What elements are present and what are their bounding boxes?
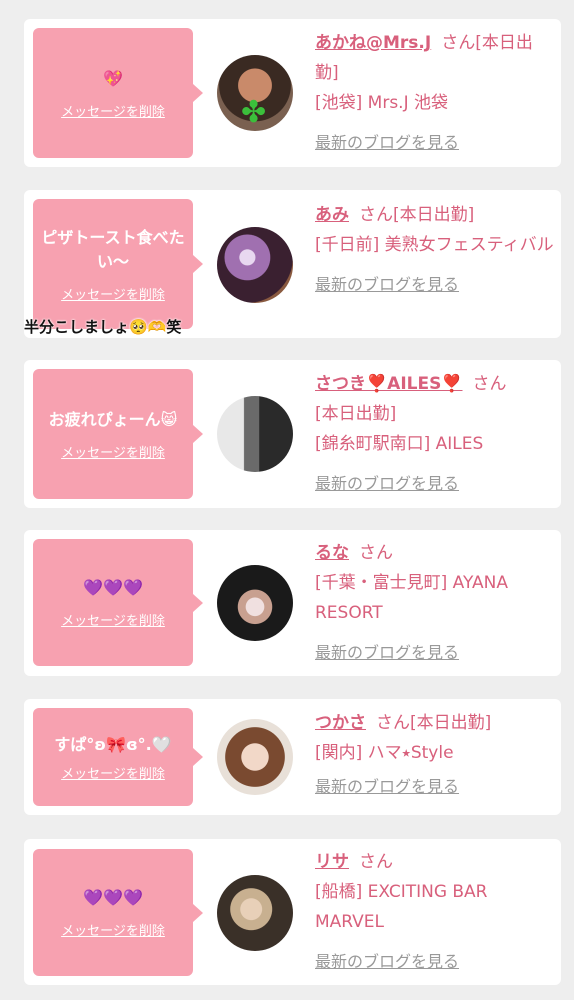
message-text: お疲れぴょーん😸 — [48, 409, 178, 429]
message-text: 💖 — [103, 68, 123, 88]
honorific: さん — [359, 543, 393, 563]
delete-message-link[interactable]: メッセージを削除 — [61, 920, 165, 939]
profile-name-link[interactable]: つかさ — [315, 713, 366, 733]
view-blog-link[interactable]: 最新のブログを見る — [315, 128, 459, 158]
message-bubble: 💜💜💜 メッセージを削除 — [33, 539, 203, 666]
message-card: 💜💜💜 メッセージを削除 リサ さん [船橋] EXCITING BAR MARV… — [24, 839, 561, 985]
avatar[interactable] — [217, 396, 293, 472]
avatar[interactable] — [217, 719, 293, 795]
message-text: すぱ°ʚ🎀ɞ°.🤍 — [54, 734, 172, 754]
profile-info: つかさ さん[本日出勤] [関内] ハマ⭑Style 最新のブログを見る — [315, 708, 555, 802]
honorific: さん — [359, 205, 393, 225]
profile-info: さつき❣️AILES❣️ さん [本日出勤] [錦糸町駅南口] AILES 最新の… — [315, 369, 555, 499]
profile-info: リサ さん [船橋] EXCITING BAR MARVEL 最新のブログを見る — [315, 847, 555, 977]
shop-location: [関内] ハマ⭑Style — [315, 743, 454, 763]
message-card: 💖 メッセージを削除 ✤ あかね@Mrs.J さん[本日出勤] [池袋] Mrs.… — [24, 19, 561, 167]
delete-message-link[interactable]: メッセージを削除 — [61, 442, 165, 461]
message-text: ピザトースト食べたい〜 — [41, 227, 185, 271]
view-blog-link[interactable]: 最新のブログを見る — [315, 772, 459, 802]
shop-location: [池袋] Mrs.J 池袋 — [315, 93, 449, 113]
profile-name-link[interactable]: リサ — [315, 852, 349, 872]
honorific: さん — [376, 713, 410, 733]
delete-message-link[interactable]: メッセージを削除 — [61, 284, 165, 303]
honorific: さん — [472, 374, 507, 394]
delete-message-link[interactable]: メッセージを削除 — [61, 763, 165, 782]
shop-location: [船橋] EXCITING BAR MARVEL — [315, 882, 488, 932]
message-text: 💜💜💜 — [83, 578, 143, 597]
shop-location: [千日前] 美熟女フェスティバル — [315, 235, 554, 255]
shop-location: [千葉・富士見町] AYANA RESORT — [315, 573, 509, 623]
avatar[interactable]: ✤ — [217, 55, 293, 131]
view-blog-link[interactable]: 最新のブログを見る — [315, 469, 459, 499]
view-blog-link[interactable]: 最新のブログを見る — [315, 270, 459, 300]
profile-info: るな さん [千葉・富士見町] AYANA RESORT 最新のブログを見る — [315, 538, 555, 668]
message-bubble: ピザトースト食べたい〜 メッセージを削除 — [33, 199, 203, 329]
honorific: さん — [441, 33, 476, 53]
profile-name-link[interactable]: るな — [315, 543, 349, 563]
sticker-text: 半分こしましょ🥺🫶笑 — [24, 318, 182, 336]
avatar[interactable] — [217, 565, 293, 641]
profile-name-link[interactable]: あかね@Mrs.J — [315, 33, 431, 53]
profile-name-link[interactable]: さつき❣️AILES❣️ — [315, 374, 463, 394]
avatar[interactable] — [217, 875, 293, 951]
delete-message-link[interactable]: メッセージを削除 — [61, 610, 165, 629]
profile-info: あかね@Mrs.J さん[本日出勤] [池袋] Mrs.J 池袋 最新のブログを見… — [315, 28, 555, 158]
message-bubble: 💜💜💜 メッセージを削除 — [33, 849, 203, 976]
work-status: [本日出勤] — [393, 205, 475, 225]
work-status: [本日出勤] — [410, 713, 492, 733]
message-card: 💜💜💜 メッセージを削除 るな さん [千葉・富士見町] AYANA RESORT… — [24, 530, 561, 676]
profile-info: あみ さん[本日出勤] [千日前] 美熟女フェスティバル 最新のブログを見る — [315, 200, 555, 300]
honorific: さん — [359, 852, 393, 872]
message-bubble: すぱ°ʚ🎀ɞ°.🤍 メッセージを削除 — [33, 708, 203, 806]
message-card: すぱ°ʚ🎀ɞ°.🤍 メッセージを削除 つかさ さん[本日出勤] [関内] ハマ⭑S… — [24, 699, 561, 815]
clover-icon: ✤ — [241, 95, 267, 130]
view-blog-link[interactable]: 最新のブログを見る — [315, 947, 459, 977]
profile-name-link[interactable]: あみ — [315, 205, 349, 225]
message-bubble: お疲れぴょーん😸 メッセージを削除 — [33, 369, 203, 499]
delete-message-link[interactable]: メッセージを削除 — [61, 101, 165, 120]
view-blog-link[interactable]: 最新のブログを見る — [315, 638, 459, 668]
work-status: [本日出勤] — [315, 404, 397, 424]
message-text: 💜💜💜 — [83, 888, 143, 907]
message-card: お疲れぴょーん😸 メッセージを削除 さつき❣️AILES❣️ さん [本日出勤] … — [24, 360, 561, 508]
message-bubble: 💖 メッセージを削除 — [33, 28, 203, 158]
shop-location: [錦糸町駅南口] AILES — [315, 434, 484, 454]
avatar[interactable] — [217, 227, 293, 303]
